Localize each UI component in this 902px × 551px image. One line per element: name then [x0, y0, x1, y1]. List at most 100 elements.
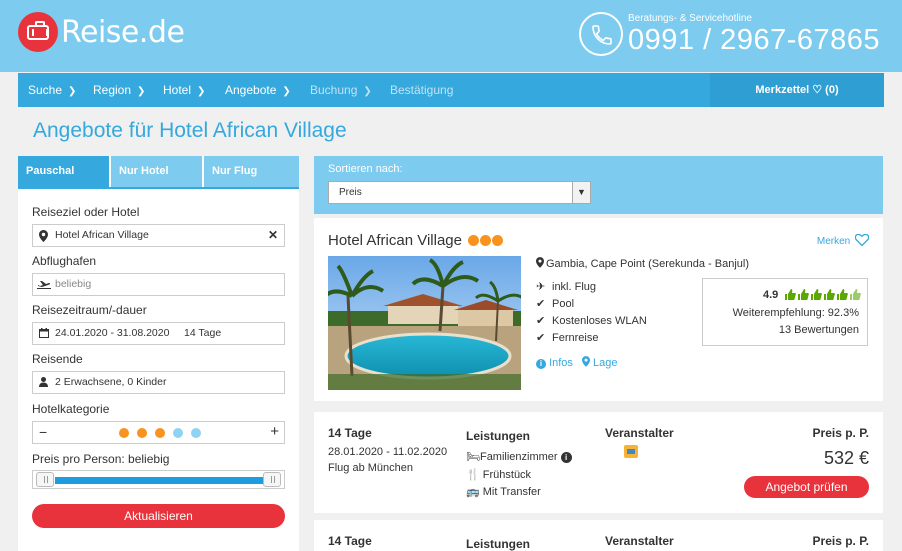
map-pin-icon [536, 257, 544, 268]
hotline-number[interactable]: 0991 / 2967-67865 [628, 24, 880, 57]
nav-item-hotel[interactable]: Hotel ❯ [163, 73, 205, 107]
rating-box[interactable]: 4.9 Weiterempfehlung: 92.3% 13 Bewertung… [702, 278, 868, 346]
category-dot [137, 428, 147, 438]
period-label: Reisezeitraum/-dauer [32, 303, 147, 317]
feature-label: Kostenloses WLAN [552, 315, 647, 327]
travelers-label: Reisende [32, 352, 83, 366]
review-count: 13 Bewertungen [778, 324, 859, 336]
check-icon: ✔ [536, 332, 546, 344]
nav-item-suche[interactable]: Suche ❯ [28, 73, 76, 107]
plus-button[interactable]: + [270, 423, 279, 440]
service-item: 🚌 Mit Transfer [466, 485, 541, 498]
services-heading: Leistungen [466, 537, 531, 551]
info-icon[interactable]: i [560, 452, 572, 463]
nav-item-angebote[interactable]: Angebote ❯ [225, 73, 291, 107]
service-item: 🛏Familienzimmer i [466, 450, 572, 463]
tab-nur-hotel[interactable]: Nur Hotel [111, 156, 204, 187]
sort-label: Sortieren nach: [328, 163, 403, 175]
logo-text: Reise [61, 14, 139, 50]
offer-dates: 28.01.2020 - 11.02.2020 [328, 446, 448, 458]
slider-handle-min[interactable] [36, 472, 54, 487]
price-heading: Preis p. P. [812, 534, 869, 548]
nav-label: Angebote [225, 83, 277, 97]
nav-item-region[interactable]: Region ❯ [93, 73, 145, 107]
suitcase-icon [18, 12, 58, 52]
thumbs-up-icons [785, 289, 861, 303]
infos-link[interactable]: i Infos [536, 357, 573, 369]
chevron-right-icon: ❯ [282, 86, 291, 97]
recommendation-rate: Weiterempfehlung: 92.3% [732, 307, 859, 319]
nav-label: Buchung [310, 83, 358, 97]
logo-tld: .de [138, 14, 185, 50]
merken-link[interactable]: Merken [816, 233, 870, 247]
service-label: Frühstück [482, 469, 532, 481]
sort-select[interactable]: Preis ▼ [328, 181, 591, 204]
travelers-value: 2 Erwachsene, 0 Kinder [55, 376, 167, 388]
bus-icon: 🚌 [466, 486, 480, 498]
hotel-photo[interactable] [321, 256, 524, 390]
search-tabs: Pauschal Nur Hotel Nur Flug [18, 156, 299, 189]
map-pin-icon [39, 225, 48, 250]
merkzettel-button[interactable]: Merkzettel ♡ (0) [710, 73, 884, 107]
operator-heading: Veranstalter [605, 534, 674, 548]
check-icon: ✔ [536, 315, 546, 327]
hotline-label: Beratungs- & Servicehotline [628, 13, 752, 24]
chevron-right-icon: ❯ [363, 86, 372, 97]
hotel-rating-dot [480, 235, 491, 246]
category-dot [155, 428, 165, 438]
nav-label: Hotel [163, 83, 192, 97]
feature-item: ✔ Kostenloses WLAN [536, 314, 647, 327]
tab-nur-flug[interactable]: Nur Flug [204, 156, 297, 187]
rating-score: 4.9 [763, 289, 779, 301]
page-title: Angebote für Hotel African Village [33, 119, 347, 142]
offer-card: 14 Tage 28.01.2020 - 11.02.2020 Flug ab … [314, 412, 883, 513]
merken-label: Merken [816, 236, 851, 247]
sort-value: Preis [339, 187, 362, 198]
minus-button[interactable]: − [39, 424, 47, 440]
offer-price: 532 € [823, 448, 869, 468]
site-header: Reise.de Beratungs- & Servicehotline 099… [0, 0, 902, 72]
tab-pauschal[interactable]: Pauschal [18, 156, 111, 187]
check-offer-button[interactable]: Angebot prüfen [744, 476, 869, 498]
feature-label: Fernreise [552, 332, 599, 344]
service-item: 🍴 Frühstück [466, 468, 531, 481]
calendar-icon [39, 323, 49, 346]
category-dot [119, 428, 129, 438]
offer-duration: 14 Tage [328, 534, 372, 548]
location-text: Gambia, Cape Point (Serekunda - Banjul) [546, 258, 749, 270]
operator-heading: Veranstalter [605, 426, 674, 440]
price-heading: Preis p. P. [812, 426, 869, 440]
destination-input[interactable]: Hotel African Village ✕ [32, 224, 285, 247]
nav-item-bestaetigung: Bestätigung [390, 73, 453, 107]
period-input[interactable]: 24.01.2020 - 31.08.2020 14 Tage [32, 322, 285, 345]
update-button[interactable]: Aktualisieren [32, 504, 285, 528]
slider-handle-max[interactable] [263, 472, 281, 487]
hotel-rating-dot [492, 235, 503, 246]
sort-bar: Sortieren nach: Preis ▼ [314, 156, 883, 214]
price-slider[interactable] [32, 470, 285, 489]
airport-placeholder: beliebig [55, 278, 92, 290]
travelers-input[interactable]: 2 Erwachsene, 0 Kinder [32, 371, 285, 394]
booking-steps-nav: Suche ❯ Region ❯ Hotel ❯ Angebote ❯ Buchung ❯… [18, 73, 884, 107]
bed-icon: 🛏 [466, 451, 480, 463]
chevron-right-icon: ❯ [197, 86, 206, 97]
airplane-icon [37, 274, 51, 298]
airport-label: Abflughafen [32, 254, 97, 268]
phone-icon [579, 12, 623, 56]
close-icon[interactable]: ✕ [268, 225, 278, 246]
airport-input[interactable]: beliebig [32, 273, 285, 296]
operator-logo [624, 445, 638, 458]
service-label: Familienzimmer [479, 451, 558, 463]
feature-item: ✔ Pool [536, 297, 574, 310]
slider-range [55, 477, 263, 484]
check-icon: ✔ [536, 298, 546, 310]
category-dot [173, 428, 183, 438]
hotel-name[interactable]: Hotel African Village [328, 232, 462, 249]
hotel-location: Gambia, Cape Point (Serekunda - Banjul) [536, 257, 749, 270]
lage-link[interactable]: Lage [581, 356, 618, 369]
nav-item-buchung: Buchung ❯ [310, 73, 372, 107]
feature-item: ✔ Fernreise [536, 331, 598, 344]
chevron-right-icon: ❯ [68, 86, 77, 97]
hotel-rating-dot [468, 235, 479, 246]
site-logo[interactable]: Reise.de [18, 12, 185, 52]
